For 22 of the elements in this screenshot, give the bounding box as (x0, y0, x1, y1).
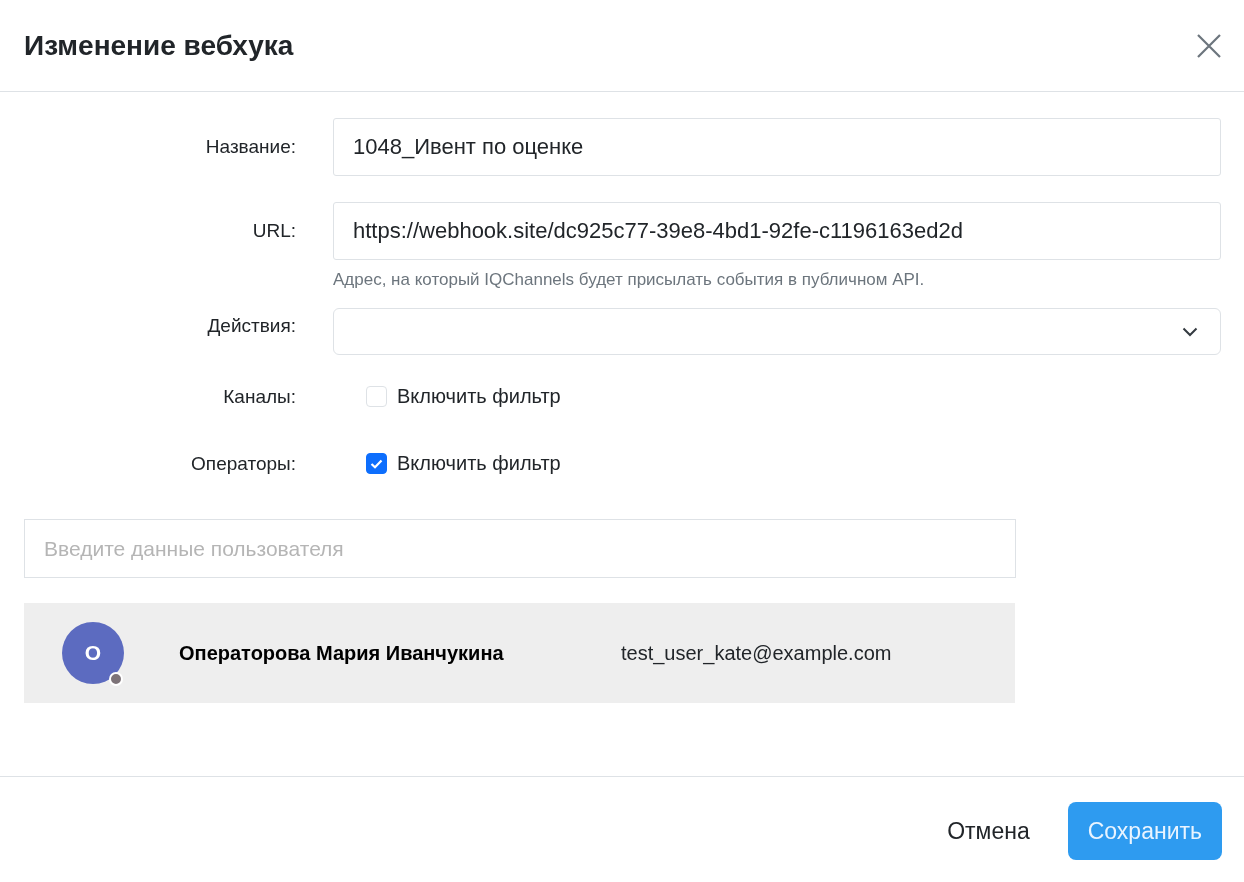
field-label: Каналы: (222, 385, 296, 409)
field-label: Действия: (206, 314, 296, 338)
avatar: О (62, 622, 124, 684)
field-label: Операторы: (190, 452, 296, 476)
text-field[interactable]: 1048_Ивент по оценке (333, 118, 1221, 176)
field-hint: Адрес, на который IQChannels будет присылать события в публичном API. (333, 270, 926, 290)
field-label: URL: (251, 219, 296, 243)
user-name: Операторова Мария Иванчукина (179, 641, 505, 665)
field-label: Название: (204, 135, 296, 159)
user-search-field[interactable]: Введите данные пользователя (24, 519, 1016, 578)
user-email: test_user_kate@example.com (621, 641, 892, 665)
checkbox-label: Включить фильтр (397, 385, 561, 408)
checkbox[interactable] (366, 453, 387, 474)
checkmark-icon (370, 458, 383, 469)
checkbox-label: Включить фильтр (397, 452, 561, 475)
dialog-title: Изменение вебхука (24, 29, 294, 62)
text-field[interactable]: https://webhook.site/dc925c77-39e8-4bd1-92fe-c1196163ed2d (333, 202, 1221, 260)
status-icon (109, 672, 123, 686)
cancel-button[interactable]: Отмена (947, 817, 1030, 845)
user-list-item[interactable]: О Операторова Мария Иванчукина test_user_kate@example.com (24, 603, 1015, 703)
chevron-down-icon (1182, 326, 1198, 337)
close-icon[interactable] (1196, 32, 1222, 59)
